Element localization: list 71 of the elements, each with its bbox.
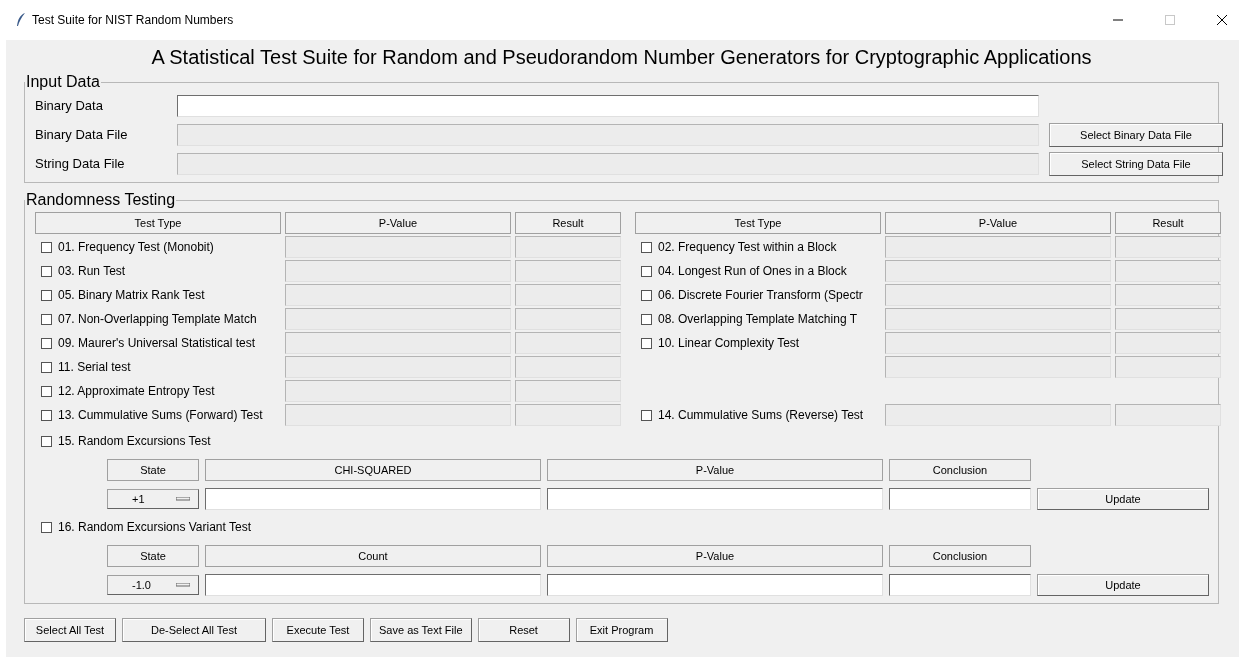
input-field[interactable] <box>177 152 1039 175</box>
column-header: Conclusion <box>889 544 1031 567</box>
checkbox[interactable] <box>41 385 52 397</box>
checkbox[interactable] <box>41 435 52 447</box>
field-label: Binary Data File <box>35 127 129 142</box>
test-label: 13. Cummulative Sums (Forward) Test <box>58 408 263 422</box>
input-field[interactable] <box>177 94 1039 117</box>
test-label: 15. Random Excursions Test <box>58 434 211 448</box>
test-label: 04. Longest Run of Ones in a Block <box>658 264 847 278</box>
dropdown-indicator-icon <box>176 582 190 587</box>
column-header: Count <box>205 544 541 567</box>
input-field[interactable] <box>177 123 1039 146</box>
checkbox[interactable] <box>41 289 52 301</box>
checkbox[interactable] <box>41 241 52 253</box>
update-button[interactable]: Update <box>1037 487 1209 510</box>
update-button[interactable]: Update <box>1037 573 1209 596</box>
action-button[interactable]: Exit Program <box>575 618 668 642</box>
test-label: 06. Discrete Fourier Transform (Spectr <box>658 288 863 302</box>
window-title: Test Suite for NIST Random Numbers <box>32 13 235 27</box>
checkbox[interactable] <box>641 241 652 253</box>
checkbox[interactable] <box>41 313 52 325</box>
column-header: Result <box>1115 212 1221 234</box>
section-title: Input Data <box>25 73 101 91</box>
checkbox[interactable] <box>41 337 52 349</box>
field-label: String Data File <box>35 156 126 171</box>
checkbox[interactable] <box>641 313 652 325</box>
select-file-button[interactable]: Select Binary Data File <box>1049 122 1223 147</box>
test-label: 16. Random Excursions Variant Test <box>58 520 251 534</box>
test-label: 02. Frequency Test within a Block <box>658 240 837 254</box>
test-label: 11. Serial test <box>58 360 131 374</box>
test-label: 07. Non-Overlapping Template Match <box>58 312 257 326</box>
test-label: 01. Frequency Test (Monobit) <box>58 240 214 254</box>
state-dropdown[interactable]: -1.0 <box>107 574 199 595</box>
action-button[interactable]: Reset <box>477 618 570 642</box>
state-dropdown[interactable]: +1 <box>107 488 199 509</box>
checkbox[interactable] <box>41 361 52 373</box>
checkbox[interactable] <box>41 409 52 421</box>
test-label: 03. Run Test <box>58 264 126 278</box>
action-button[interactable]: De-Select All Test <box>122 618 266 642</box>
test-label: 14. Cummulative Sums (Reverse) Test <box>658 408 864 422</box>
test-label: 12. Approximate Entropy Test <box>58 384 215 398</box>
column-header: Result <box>515 212 621 234</box>
checkbox[interactable] <box>641 409 652 421</box>
checkbox[interactable] <box>41 521 52 533</box>
test-label: 05. Binary Matrix Rank Test <box>58 288 205 302</box>
column-header: Test Type <box>35 212 281 234</box>
checkbox[interactable] <box>41 265 52 277</box>
column-header: P-Value <box>285 212 511 234</box>
action-button[interactable]: Save as Text File <box>370 618 472 642</box>
section-title: Randomness Testing <box>25 191 177 209</box>
column-header: State <box>107 544 199 567</box>
field-label: Binary Data <box>35 98 104 113</box>
column-header: Conclusion <box>889 458 1031 481</box>
checkbox[interactable] <box>641 265 652 277</box>
test-label: 10. Linear Complexity Test <box>658 336 800 350</box>
column-header: P-Value <box>547 544 883 567</box>
column-header: State <box>107 458 199 481</box>
action-button[interactable]: Execute Test <box>272 618 364 642</box>
action-button[interactable]: Select All Test <box>24 618 116 642</box>
select-file-button[interactable]: Select String Data File <box>1049 151 1223 176</box>
column-header: P-Value <box>885 212 1111 234</box>
app-heading: A Statistical Test Suite for Random and Pseudorandom Number Generators for Cryptographic Applications <box>150 46 1093 69</box>
column-header: P-Value <box>547 458 883 481</box>
checkbox[interactable] <box>641 289 652 301</box>
column-header: CHI-SQUARED <box>205 458 541 481</box>
test-label: 08. Overlapping Template Matching T <box>658 312 857 326</box>
feather-icon <box>16 13 26 27</box>
test-label: 09. Maurer's Universal Statistical test <box>58 336 256 350</box>
dropdown-indicator-icon <box>176 496 190 501</box>
checkbox[interactable] <box>641 337 652 349</box>
column-header: Test Type <box>635 212 881 234</box>
